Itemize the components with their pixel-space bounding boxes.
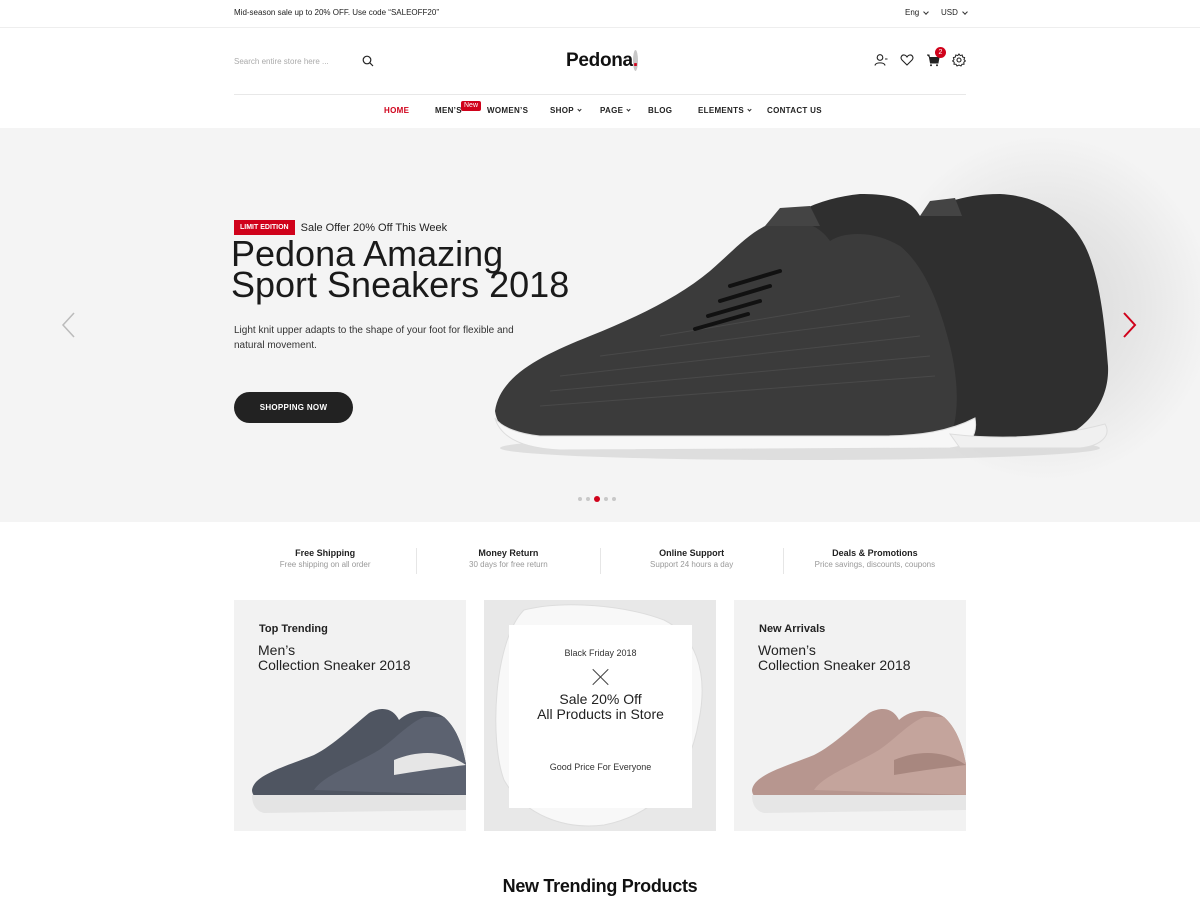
site-logo[interactable]: Pedona.	[566, 50, 638, 72]
gear-icon[interactable]	[952, 53, 966, 67]
banner-heading: Men’s Collection Sneaker 2018	[258, 643, 458, 673]
chevron-down-icon	[962, 8, 968, 15]
nav-item-shop[interactable]: SHOP	[550, 106, 582, 115]
nav-item-womens[interactable]: WOMEN’S	[487, 106, 528, 115]
slider-dot-active[interactable]	[594, 496, 600, 502]
promo-text: Mid-season sale up to 20% OFF. Use code …	[234, 8, 439, 17]
hero-sneaker-image	[494, 194, 1109, 460]
feature-title: Deals & Promotions	[832, 548, 918, 558]
close-x-icon	[592, 668, 610, 686]
chevron-down-icon	[626, 107, 631, 112]
banner-black-friday[interactable]: Black Friday 2018 Sale 20% Off All Produ…	[484, 600, 716, 831]
nav-item-contact[interactable]: CONTACT US	[767, 106, 822, 115]
section-title: New Trending Products	[502, 876, 698, 896]
logo-text: Pedona	[566, 50, 633, 71]
feature-subtitle: Price savings, discounts, coupons	[814, 560, 936, 569]
banner-heading-line-2: All Products in Store	[537, 706, 664, 722]
hero-slider: LIMIT EDITION Sale Offer 20% Off This We…	[0, 128, 1200, 522]
banner-heading-line-2: Collection Sneaker 2018	[758, 657, 911, 673]
top-bar: Mid-season sale up to 20% OFF. Use code …	[0, 0, 1200, 28]
feature-title: Free Shipping	[295, 548, 356, 558]
nav-label: HOME	[384, 106, 410, 115]
nav-label: WOMEN’S	[487, 106, 529, 115]
banner-heading: Sale 20% Off All Products in Store	[509, 692, 692, 722]
chevron-down-icon	[747, 107, 752, 112]
cart-button[interactable]: 2	[926, 47, 946, 67]
shopping-now-button[interactable]: SHOPPING NOW	[234, 392, 353, 423]
slider-dots	[578, 496, 616, 502]
feature-subtitle: Support 24 hours a day	[650, 560, 734, 569]
cart-count-badge: 2	[935, 47, 946, 58]
nav-label: ELEMENTS	[698, 106, 744, 115]
banner-kicker: Top Trending	[259, 623, 328, 635]
feature-money-return: Money Return 30 days for free return	[417, 548, 601, 574]
slider-dot[interactable]	[612, 497, 616, 501]
nav-label: BLOG	[648, 106, 673, 115]
slider-dot[interactable]	[604, 497, 608, 501]
search-input[interactable]	[234, 56, 344, 66]
nav-item-blog[interactable]: BLOG	[648, 106, 672, 115]
nav-item-mens[interactable]: MEN’S	[435, 106, 462, 115]
banner-heading-line-1: Sale 20% Off	[559, 691, 642, 707]
nav-label: SHOP	[550, 106, 574, 115]
search-bar	[234, 52, 374, 70]
feature-online-support: Online Support Support 24 hours a day	[601, 548, 784, 574]
main-nav: HOME MEN’S WOMEN’S SHOP PAGE BLOG ELEMEN…	[0, 106, 1200, 120]
nav-label: PAGE	[600, 106, 624, 115]
chevron-down-icon	[577, 107, 582, 112]
feature-deals-promotions: Deals & Promotions Price savings, discou…	[784, 548, 966, 574]
chevron-down-icon	[923, 8, 930, 15]
next-slide-arrow-icon[interactable]	[1122, 311, 1138, 339]
sale-offer-text: Sale Offer 20% Off This Week	[300, 221, 448, 234]
black-friday-card: Black Friday 2018 Sale 20% Off All Produ…	[509, 625, 692, 808]
banner-kicker: New Arrivals	[759, 623, 826, 635]
banner-heading-line-1: Men’s	[258, 642, 296, 658]
nav-label: CONTACT US	[767, 106, 822, 115]
currency-value: USD	[941, 8, 958, 17]
language-selector[interactable]: Eng	[905, 8, 930, 17]
hero-title-line-2: Sport Sneakers 2018	[231, 264, 570, 305]
feature-title: Online Support	[659, 548, 725, 558]
heart-icon[interactable]	[900, 53, 914, 67]
banner-heading-line-2: Collection Sneaker 2018	[258, 657, 411, 673]
new-badge: New	[461, 101, 482, 111]
search-icon[interactable]	[362, 55, 374, 67]
features-bar: Free Shipping Free shipping on all order…	[234, 548, 966, 574]
hero-description: Light knit upper adapts to the shape of …	[234, 325, 514, 351]
banner-heading-line-1: Women’s	[758, 642, 816, 658]
language-value: Eng	[905, 8, 920, 17]
nav-label: MEN’S	[435, 106, 462, 115]
nav-item-home[interactable]: HOME	[384, 106, 409, 115]
feature-free-shipping: Free Shipping Free shipping on all order	[234, 548, 418, 574]
hero-title: Pedona Amazing Sport Sneakers 2018	[231, 236, 611, 303]
feature-subtitle: Free shipping on all order	[279, 560, 371, 569]
slider-dot[interactable]	[578, 497, 582, 501]
banner-kicker: Black Friday 2018	[564, 648, 637, 658]
user-icon[interactable]	[874, 53, 888, 67]
banner-womens-collection[interactable]: New Arrivals Women’s Collection Sneaker …	[734, 600, 966, 831]
prev-slide-arrow-icon[interactable]	[60, 311, 76, 339]
banner-mens-collection[interactable]: Top Trending Men’s Collection Sneaker 20…	[234, 600, 466, 831]
currency-selector[interactable]: USD	[941, 8, 968, 17]
slider-dot[interactable]	[586, 497, 590, 501]
header-divider	[234, 94, 966, 95]
feature-subtitle: 30 days for free return	[469, 560, 548, 569]
womens-sneaker-image	[752, 709, 966, 813]
header-actions: 2	[874, 47, 966, 67]
logo-dot: .	[632, 50, 638, 71]
banner-footer: Good Price For Everyone	[549, 762, 652, 772]
feature-title: Money Return	[478, 548, 539, 558]
banner-heading: Women’s Collection Sneaker 2018	[758, 643, 958, 673]
nav-item-page[interactable]: PAGE	[600, 106, 631, 115]
nav-item-elements[interactable]: ELEMENTS	[698, 106, 752, 115]
mens-sneaker-image	[252, 709, 466, 813]
